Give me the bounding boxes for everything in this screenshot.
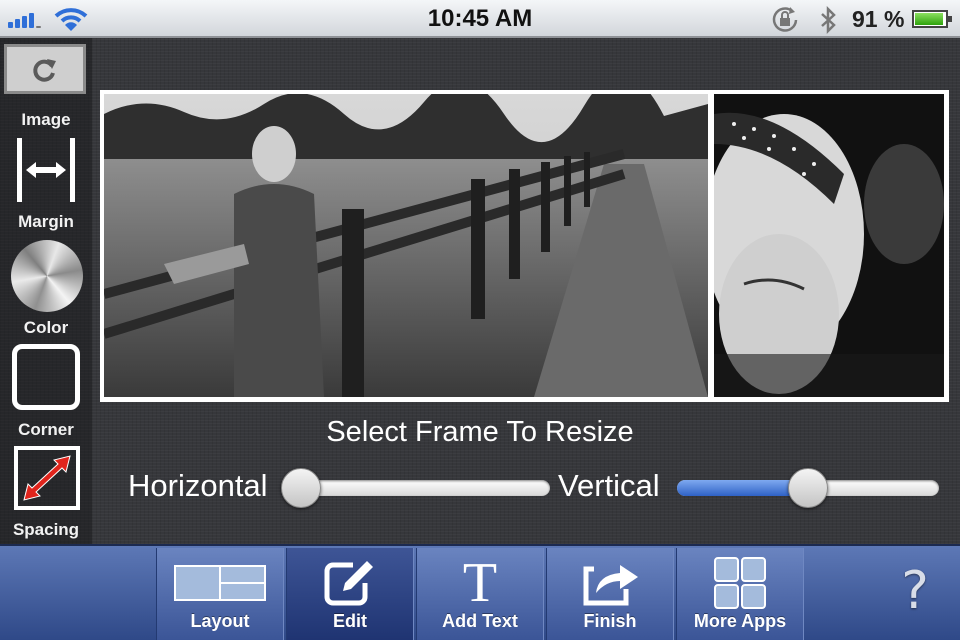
- edit-button[interactable]: Edit: [286, 548, 414, 640]
- refresh-icon: [33, 59, 56, 82]
- vertical-slider[interactable]: [677, 468, 939, 508]
- finish-button[interactable]: Finish: [546, 548, 674, 640]
- finish-label: Finish: [583, 611, 637, 631]
- horizontal-label: Horizontal: [128, 468, 268, 503]
- sidebar: Image Margin Color Corner Spacing: [0, 38, 92, 544]
- bottom-toolbar: Layout Edit T Add Text Finish More Apps …: [0, 544, 960, 640]
- photo-frame-left[interactable]: [104, 94, 708, 397]
- color-wheel-icon[interactable]: [11, 240, 83, 312]
- status-bar: 10:45 AM 91 %: [0, 0, 960, 38]
- spacing-icon[interactable]: [14, 446, 80, 510]
- add-text-button[interactable]: T Add Text: [416, 548, 544, 640]
- help-icon: ?: [901, 561, 929, 621]
- edit-icon: [324, 561, 373, 606]
- horizontal-slider[interactable]: [281, 468, 550, 508]
- layout-button[interactable]: Layout: [156, 548, 284, 640]
- spacing-label: Spacing: [12, 520, 80, 539]
- layout-icon: [174, 565, 266, 601]
- more-apps-label: More Apps: [693, 611, 787, 631]
- corner-icon[interactable]: [12, 344, 80, 410]
- resize-hint: Select Frame To Resize: [326, 416, 634, 448]
- bluetooth-icon: [821, 5, 836, 35]
- battery-percent: 91 %: [852, 6, 905, 32]
- margin-icon[interactable]: [16, 138, 76, 202]
- help-button[interactable]: ?: [880, 556, 950, 626]
- collage-canvas: [100, 90, 949, 402]
- margin-label: Margin: [18, 212, 74, 231]
- grid-icon: [714, 557, 766, 609]
- battery-icon: [912, 10, 952, 28]
- portrait-photo: [714, 94, 944, 397]
- photo-frame-right[interactable]: [714, 94, 944, 397]
- more-apps-button[interactable]: More Apps: [676, 548, 804, 640]
- layout-label: Layout: [190, 611, 250, 631]
- image-label: Image: [21, 110, 71, 129]
- text-icon: T: [462, 552, 498, 614]
- share-icon: [583, 565, 638, 606]
- edit-label: Edit: [333, 611, 367, 631]
- fence-photo: [104, 94, 708, 397]
- vertical-slider-thumb[interactable]: [788, 468, 828, 508]
- vertical-label: Vertical: [558, 468, 660, 503]
- workspace: Image Margin Color Corner Spacing Select…: [0, 38, 960, 544]
- rotation-lock-icon: [772, 7, 798, 32]
- add-text-label: Add Text: [442, 611, 518, 631]
- horizontal-slider-thumb[interactable]: [281, 468, 322, 508]
- refresh-button[interactable]: [4, 44, 86, 94]
- clock: 10:45 AM: [427, 5, 533, 32]
- diagonal-arrow-icon: [23, 455, 71, 501]
- color-label: Color: [23, 318, 69, 337]
